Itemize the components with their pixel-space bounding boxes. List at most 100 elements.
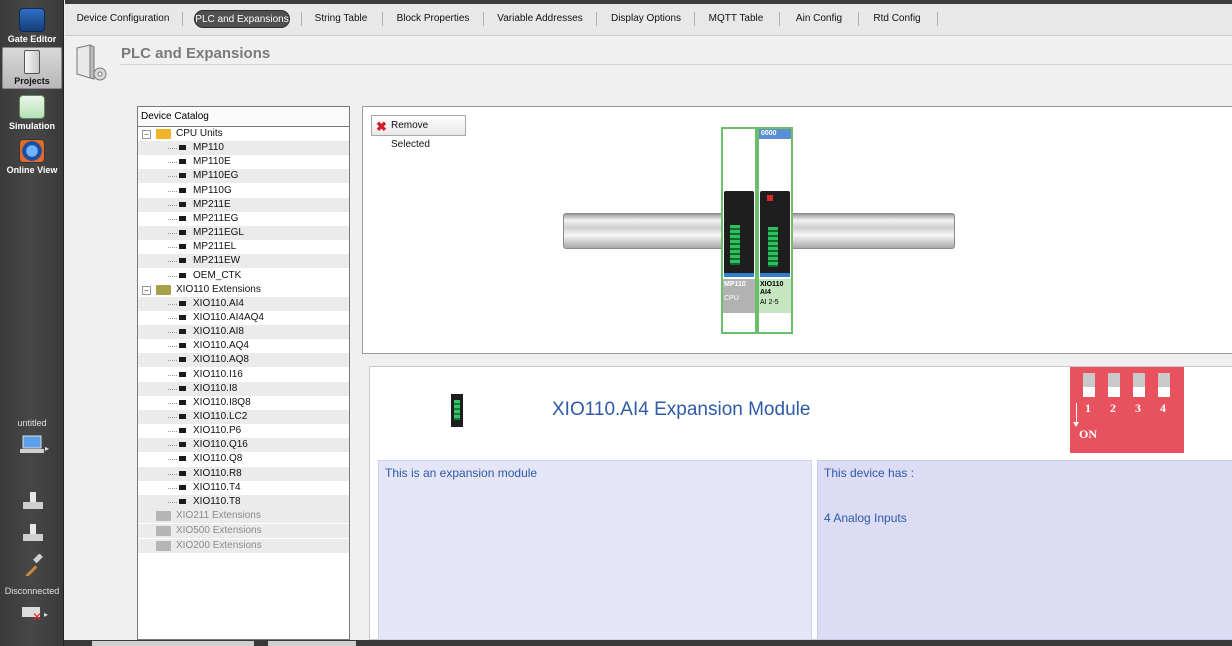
- catalog-item[interactable]: XIO110.AI4AQ4: [138, 311, 349, 325]
- catalog-item[interactable]: XIO110.T4: [138, 481, 349, 495]
- catalog-group[interactable]: − XIO110 Extensions: [138, 283, 349, 297]
- dip-switch-2[interactable]: [1108, 373, 1120, 397]
- dip-switch[interactable]: 1 2 3 4 ON: [1070, 367, 1184, 453]
- tab-device-configuration[interactable]: Device Configuration: [73, 10, 173, 28]
- rack-module-mp110[interactable]: MP110 CPU: [721, 127, 757, 334]
- catalog-item[interactable]: XIO110.P6: [138, 424, 349, 438]
- tab-block-properties[interactable]: Block Properties: [391, 10, 475, 28]
- tab-mqtt-table[interactable]: MQTT Table: [703, 10, 769, 28]
- device-icon: [179, 244, 186, 250]
- catalog-item[interactable]: MP211EGL: [138, 226, 349, 241]
- tab-string-table[interactable]: String Table: [310, 10, 372, 28]
- upload-icon[interactable]: [20, 522, 46, 544]
- device-icon: [179, 385, 186, 391]
- dip-switch-3[interactable]: [1133, 373, 1145, 397]
- catalog-item[interactable]: MP110EG: [138, 169, 349, 184]
- catalog-group[interactable]: XIO211 Extensions: [138, 509, 349, 524]
- catalog-group-label: XIO200 Extensions: [176, 540, 262, 552]
- catalog-item[interactable]: XIO110.AI4: [138, 296, 349, 311]
- sidebar-item-projects[interactable]: Projects: [2, 47, 62, 89]
- catalog-item[interactable]: MP110G: [138, 184, 349, 198]
- tab-variable-addresses[interactable]: Variable Addresses: [493, 10, 587, 28]
- catalog-item[interactable]: XIO110.Q16: [138, 438, 349, 453]
- catalog-item[interactable]: XIO110.I8: [138, 381, 349, 396]
- device-icon: [179, 187, 186, 193]
- extension-folder-icon: [156, 511, 171, 522]
- remove-selected-label: Remove Selected: [391, 120, 430, 150]
- svg-text:▸: ▸: [45, 444, 49, 453]
- rack-module-xio110-ai4[interactable]: 0000 XIO110 AI4 AI 2-5: [757, 127, 793, 334]
- catalog-item[interactable]: MP110: [138, 141, 349, 156]
- projects-icon: [24, 50, 40, 74]
- disconnect-icon[interactable]: ✕ ▸: [20, 602, 48, 624]
- tree-connector: [142, 527, 151, 536]
- tab-ain-config[interactable]: Ain Config: [789, 10, 849, 28]
- tree-connector: [168, 487, 177, 489]
- tree-connector: [168, 218, 177, 220]
- catalog-item[interactable]: XIO110.AI8: [138, 325, 349, 340]
- catalog-item-label: XIO110.AI4AQ4: [193, 311, 264, 323]
- catalog-item[interactable]: MP110E: [138, 155, 349, 169]
- download-icon[interactable]: [20, 490, 46, 512]
- catalog-item[interactable]: MP211EW: [138, 254, 349, 269]
- extension-folder-icon: [156, 526, 171, 537]
- sidebar-item-gate-editor[interactable]: Gate Editor: [2, 6, 62, 48]
- tree-connector: [168, 275, 177, 277]
- collapse-toggle-icon[interactable]: −: [142, 130, 151, 139]
- catalog-item-label: XIO110.I8: [193, 382, 238, 394]
- catalog-item-label: XIO110.AI4: [193, 297, 244, 309]
- features-text: 4 Analog Inputs: [824, 511, 907, 525]
- dip-switch-1[interactable]: [1083, 373, 1095, 397]
- remove-icon: ✖: [376, 119, 387, 134]
- device-icon: [179, 329, 186, 335]
- device-icon: [179, 414, 186, 419]
- tree-connector: [168, 261, 177, 263]
- catalog-group[interactable]: − CPU Units: [138, 127, 349, 141]
- catalog-item[interactable]: MP211EL: [138, 240, 349, 254]
- catalog-item[interactable]: MP211E: [138, 197, 349, 212]
- device-catalog: Device Catalog − CPU Units MP110 MP110E MP11…: [137, 106, 350, 640]
- catalog-item[interactable]: XIO110.T8: [138, 494, 349, 509]
- sidebar-item-simulation[interactable]: Simulation: [2, 93, 62, 135]
- catalog-item[interactable]: MP211EG: [138, 212, 349, 226]
- dip-switch-4[interactable]: [1158, 373, 1170, 397]
- catalog-item[interactable]: XIO110.R8: [138, 466, 349, 481]
- computer-icon[interactable]: ▸: [20, 434, 49, 458]
- catalog-item-label: XIO110.P6: [193, 425, 242, 437]
- catalog-item[interactable]: OEM_CTK: [138, 269, 349, 283]
- catalog-item-label: XIO110.Q8: [193, 453, 243, 465]
- sidebar-item-online-view[interactable]: Online View: [2, 137, 62, 179]
- tab-rtd-config[interactable]: Rtd Config: [866, 10, 928, 28]
- catalog-group-label: XIO211 Extensions: [176, 510, 261, 522]
- hammer-icon[interactable]: [20, 553, 46, 578]
- device-icon: [179, 399, 186, 405]
- remove-selected-button[interactable]: ✖ Remove Selected: [371, 115, 466, 150]
- tab-separator: [858, 12, 859, 26]
- description-text: This is an expansion module: [385, 466, 538, 480]
- module-name: XIO110 AI4: [760, 281, 784, 296]
- device-icon: [179, 272, 186, 278]
- tab-display-options[interactable]: Display Options: [606, 10, 686, 28]
- catalog-item[interactable]: XIO110.AQ4: [138, 339, 349, 353]
- catalog-group[interactable]: XIO500 Extensions: [138, 524, 349, 539]
- catalog-item-label: XIO110.AQ4: [193, 340, 249, 352]
- tab-separator: [382, 12, 383, 26]
- collapse-toggle-icon[interactable]: −: [142, 285, 151, 295]
- catalog-item[interactable]: XIO110.I8Q8: [138, 396, 349, 410]
- catalog-group[interactable]: XIO200 Extensions: [138, 539, 349, 554]
- catalog-item-label: XIO110.I16: [193, 368, 243, 380]
- catalog-item[interactable]: XIO110.I16: [138, 368, 349, 382]
- tab-plc-and-expansions[interactable]: PLC and Expansions: [194, 10, 290, 28]
- tab-separator: [301, 12, 302, 26]
- module-thumbnail: [451, 394, 463, 427]
- module-stripe: [724, 273, 754, 277]
- device-icon: [179, 201, 186, 207]
- dip-number: 4: [1160, 401, 1166, 415]
- catalog-group-label: XIO500 Extensions: [176, 525, 262, 537]
- tree-connector: [168, 417, 177, 418]
- project-name-label: untitled: [17, 418, 47, 428]
- catalog-item-label: MP110EG: [193, 170, 239, 182]
- catalog-item[interactable]: XIO110.AQ8: [138, 353, 349, 368]
- catalog-item[interactable]: XIO110.Q8: [138, 452, 349, 466]
- catalog-item[interactable]: XIO110.LC2: [138, 410, 349, 424]
